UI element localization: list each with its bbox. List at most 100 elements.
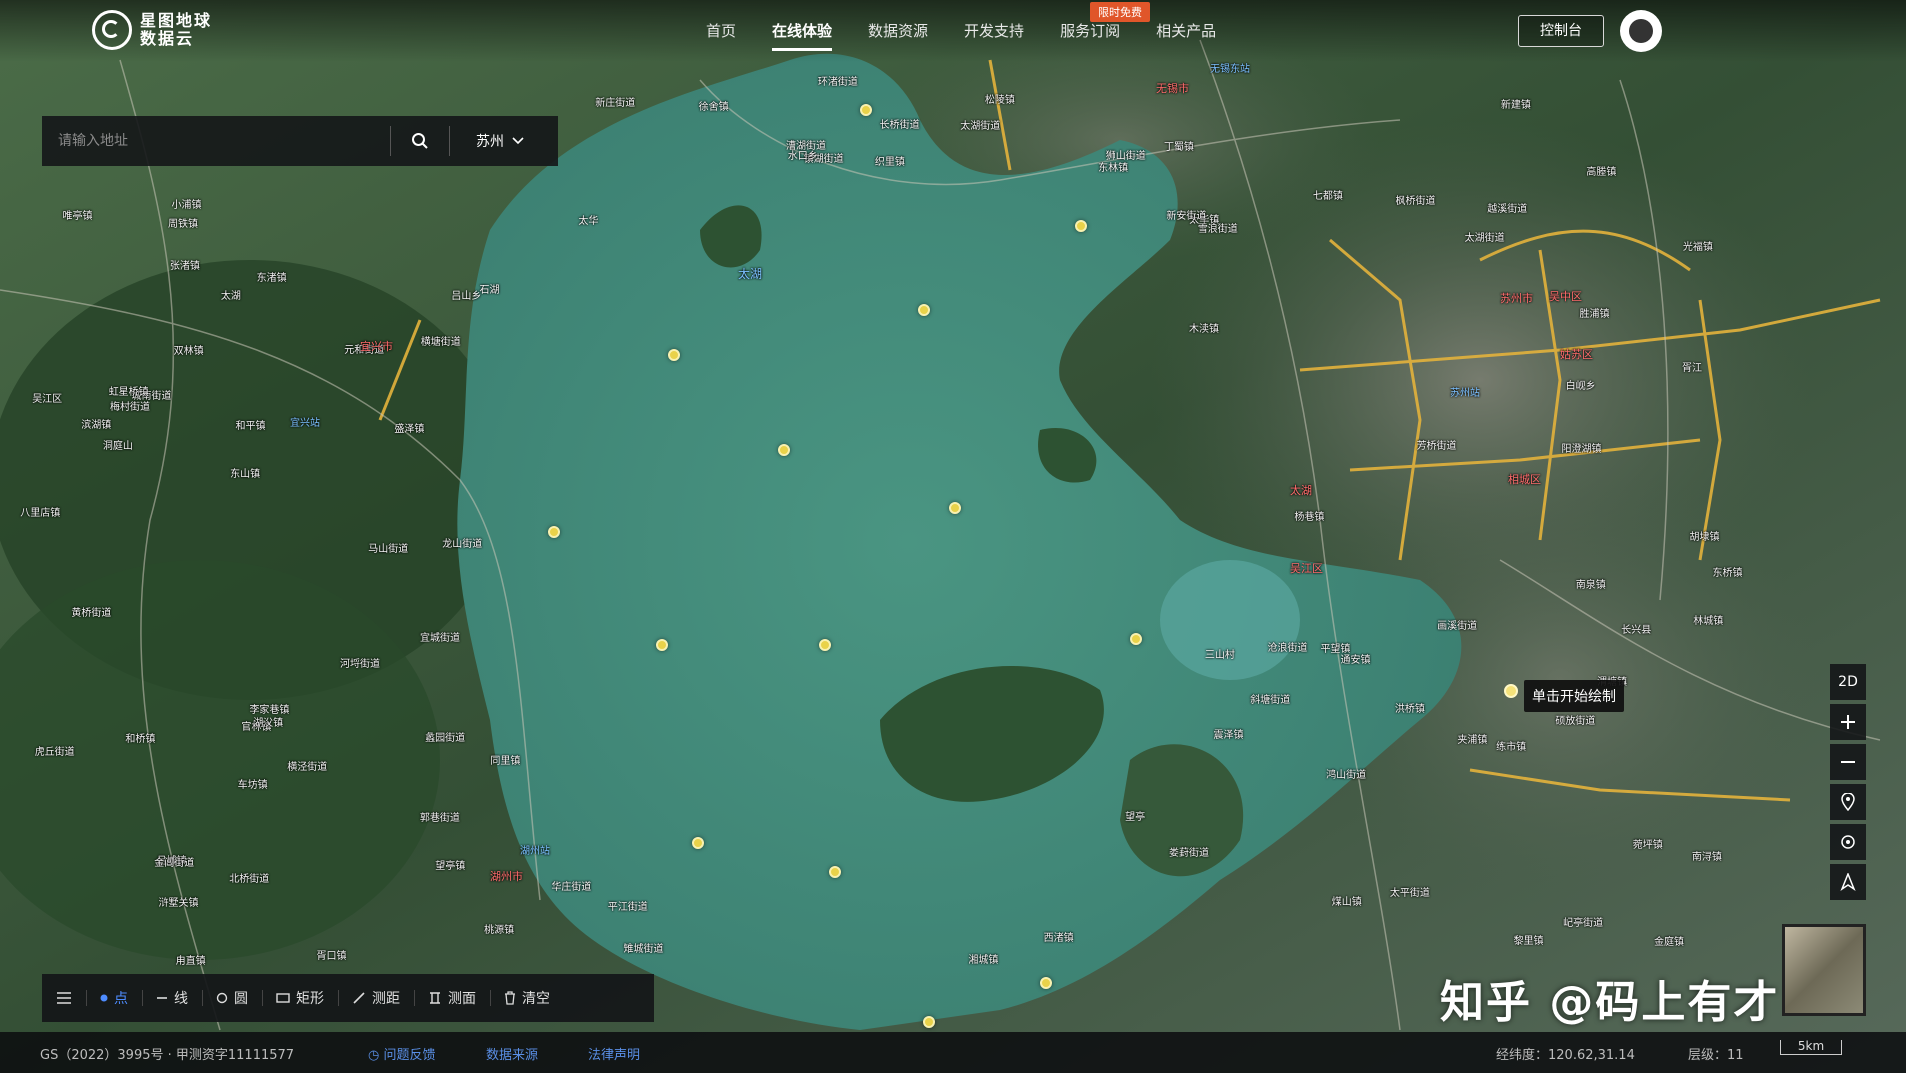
measure-area-button[interactable]: 测面	[414, 974, 490, 1022]
nav-dev-support[interactable]: 开发支持	[946, 20, 1042, 41]
place-label: 环渚街道	[817, 77, 858, 89]
draw-point-button[interactable]: 点	[86, 974, 142, 1022]
place-label: 梅村街道	[110, 402, 150, 414]
place-label: 雉城街道	[623, 943, 664, 955]
zoom-out-button[interactable]	[1830, 744, 1866, 780]
place-label: 太华	[578, 215, 599, 227]
place-label: 望亭	[1125, 812, 1146, 824]
coord-value: 120.62,31.14	[1548, 1048, 1635, 1063]
nav-home[interactable]: 首页	[688, 20, 754, 41]
logo[interactable]: 星图地球 数据云	[92, 10, 212, 50]
city-label: 苏州	[476, 134, 504, 150]
place-label: 郭巷街道	[419, 813, 460, 825]
place-label: 南浔镇	[1691, 852, 1722, 864]
drawn-point-marker[interactable]	[656, 639, 668, 651]
draw-rect-label: 矩形	[296, 991, 324, 1007]
law-link[interactable]: 法律声明	[588, 1044, 640, 1063]
place-label: 鸿山街道	[1326, 770, 1367, 782]
place-label: 太湖街道	[960, 120, 1001, 132]
place-label: 和桥镇	[125, 733, 156, 745]
copyright-text: GS（2022）3995号 · 甲测资字11111577	[40, 1048, 295, 1063]
place-label: 杨巷镇	[1294, 511, 1325, 523]
place-label: 东渚镇	[256, 273, 287, 285]
place-label: 太湖街道	[1464, 232, 1505, 244]
drawn-point-marker[interactable]	[860, 104, 872, 116]
measure-distance-button[interactable]: 测距	[338, 974, 414, 1022]
place-label: 东林镇	[1098, 162, 1129, 174]
area-icon	[430, 992, 440, 1004]
drawn-point-marker[interactable]	[778, 444, 790, 456]
station-label: 宜兴站	[290, 418, 320, 429]
place-label: 金阊街道	[154, 858, 195, 870]
nav-related-products[interactable]: 相关产品	[1138, 20, 1234, 41]
footer-bar: GS（2022）3995号 · 甲测资字11111577 ◷ 问题反馈 数据来源…	[0, 1032, 1906, 1073]
place-label: 吕山乡	[451, 290, 482, 302]
place-label: 八里店镇	[20, 507, 61, 519]
drawn-point-marker[interactable]	[1130, 633, 1142, 645]
drawn-point-marker[interactable]	[949, 502, 961, 514]
drawn-point-marker[interactable]	[548, 526, 560, 538]
place-label: 东山镇	[230, 469, 261, 481]
drawn-point-marker[interactable]	[668, 349, 680, 361]
mode-2d-button[interactable]: 2D	[1830, 664, 1866, 700]
console-button[interactable]: 控制台	[1518, 15, 1604, 47]
drawn-point-marker[interactable]	[829, 866, 841, 878]
place-label: 画溪街道	[1437, 620, 1478, 632]
trash-icon	[505, 991, 515, 1005]
drawn-point-marker[interactable]	[692, 837, 704, 849]
place-label: 胥口镇	[316, 951, 347, 963]
draw-rect-button[interactable]: 矩形	[262, 974, 338, 1022]
place-label: 夹浦镇	[1457, 735, 1488, 747]
city-select[interactable]: 苏州	[450, 116, 550, 166]
promo-badge: 限时免费	[1090, 2, 1150, 22]
place-label: 马山街道	[368, 543, 409, 555]
place-label: 芳桥街道	[1416, 440, 1457, 452]
basemap-switcher[interactable]	[1782, 924, 1866, 1016]
nav-subscription[interactable]: 服务订阅	[1042, 20, 1138, 41]
feedback-link[interactable]: ◷ 问题反馈	[368, 1044, 436, 1063]
district-label: 太湖	[1290, 484, 1312, 497]
avatar[interactable]	[1620, 10, 1662, 52]
level-value: 11	[1727, 1048, 1744, 1063]
compass-button[interactable]	[1830, 864, 1866, 900]
place-label: 胜浦镇	[1579, 309, 1610, 321]
search-input[interactable]	[42, 117, 390, 165]
my-location-button[interactable]	[1830, 824, 1866, 860]
coord-label: 经纬度：	[1496, 1048, 1549, 1063]
place-label: 沧浪街道	[1267, 642, 1308, 654]
place-label: 桃源镇	[484, 925, 515, 937]
lake-label: 太湖	[738, 267, 763, 281]
nav-online-demo[interactable]: 在线体验	[754, 20, 850, 51]
draw-line-button[interactable]: 线	[142, 974, 202, 1022]
drawn-point-marker[interactable]	[923, 1016, 935, 1028]
district-label: 吴中区	[1549, 290, 1582, 303]
drawn-point-marker[interactable]	[918, 304, 930, 316]
draw-line-label: 线	[174, 991, 188, 1007]
station-label: 湖州站	[520, 846, 550, 857]
place-label: 西渚镇	[1043, 932, 1074, 944]
drawn-point-marker[interactable]	[1075, 220, 1087, 232]
district-label: 相城区	[1508, 473, 1541, 486]
drawn-point-marker[interactable]	[819, 639, 831, 651]
draw-circle-button[interactable]: 圆	[202, 974, 262, 1022]
point-icon	[100, 994, 108, 1002]
place-label: 长桥街道	[879, 120, 920, 132]
search-button[interactable]	[391, 116, 449, 166]
feedback-label: 问题反馈	[383, 1048, 436, 1063]
place-label: 张渚镇	[169, 261, 200, 273]
place-label: 洪桥镇	[1394, 703, 1425, 715]
nav-data-resources[interactable]: 数据资源	[850, 20, 946, 41]
data-source-link[interactable]: 数据来源	[486, 1044, 538, 1063]
draw-list-button[interactable]	[42, 974, 86, 1022]
clear-button[interactable]: 清空	[490, 974, 564, 1022]
locate-pin-button[interactable]	[1830, 784, 1866, 820]
scale-bar: 5km	[1780, 1040, 1842, 1055]
place-label: 李家巷镇	[249, 704, 290, 716]
place-label: 车坊镇	[237, 779, 268, 791]
drawn-point-marker[interactable]	[1040, 977, 1052, 989]
place-label: 太湖	[220, 291, 241, 303]
place-label: 石湖	[479, 284, 500, 296]
district-label: 湖州市	[490, 870, 523, 883]
place-label: 胥江	[1682, 363, 1702, 375]
zoom-in-button[interactable]	[1830, 704, 1866, 740]
